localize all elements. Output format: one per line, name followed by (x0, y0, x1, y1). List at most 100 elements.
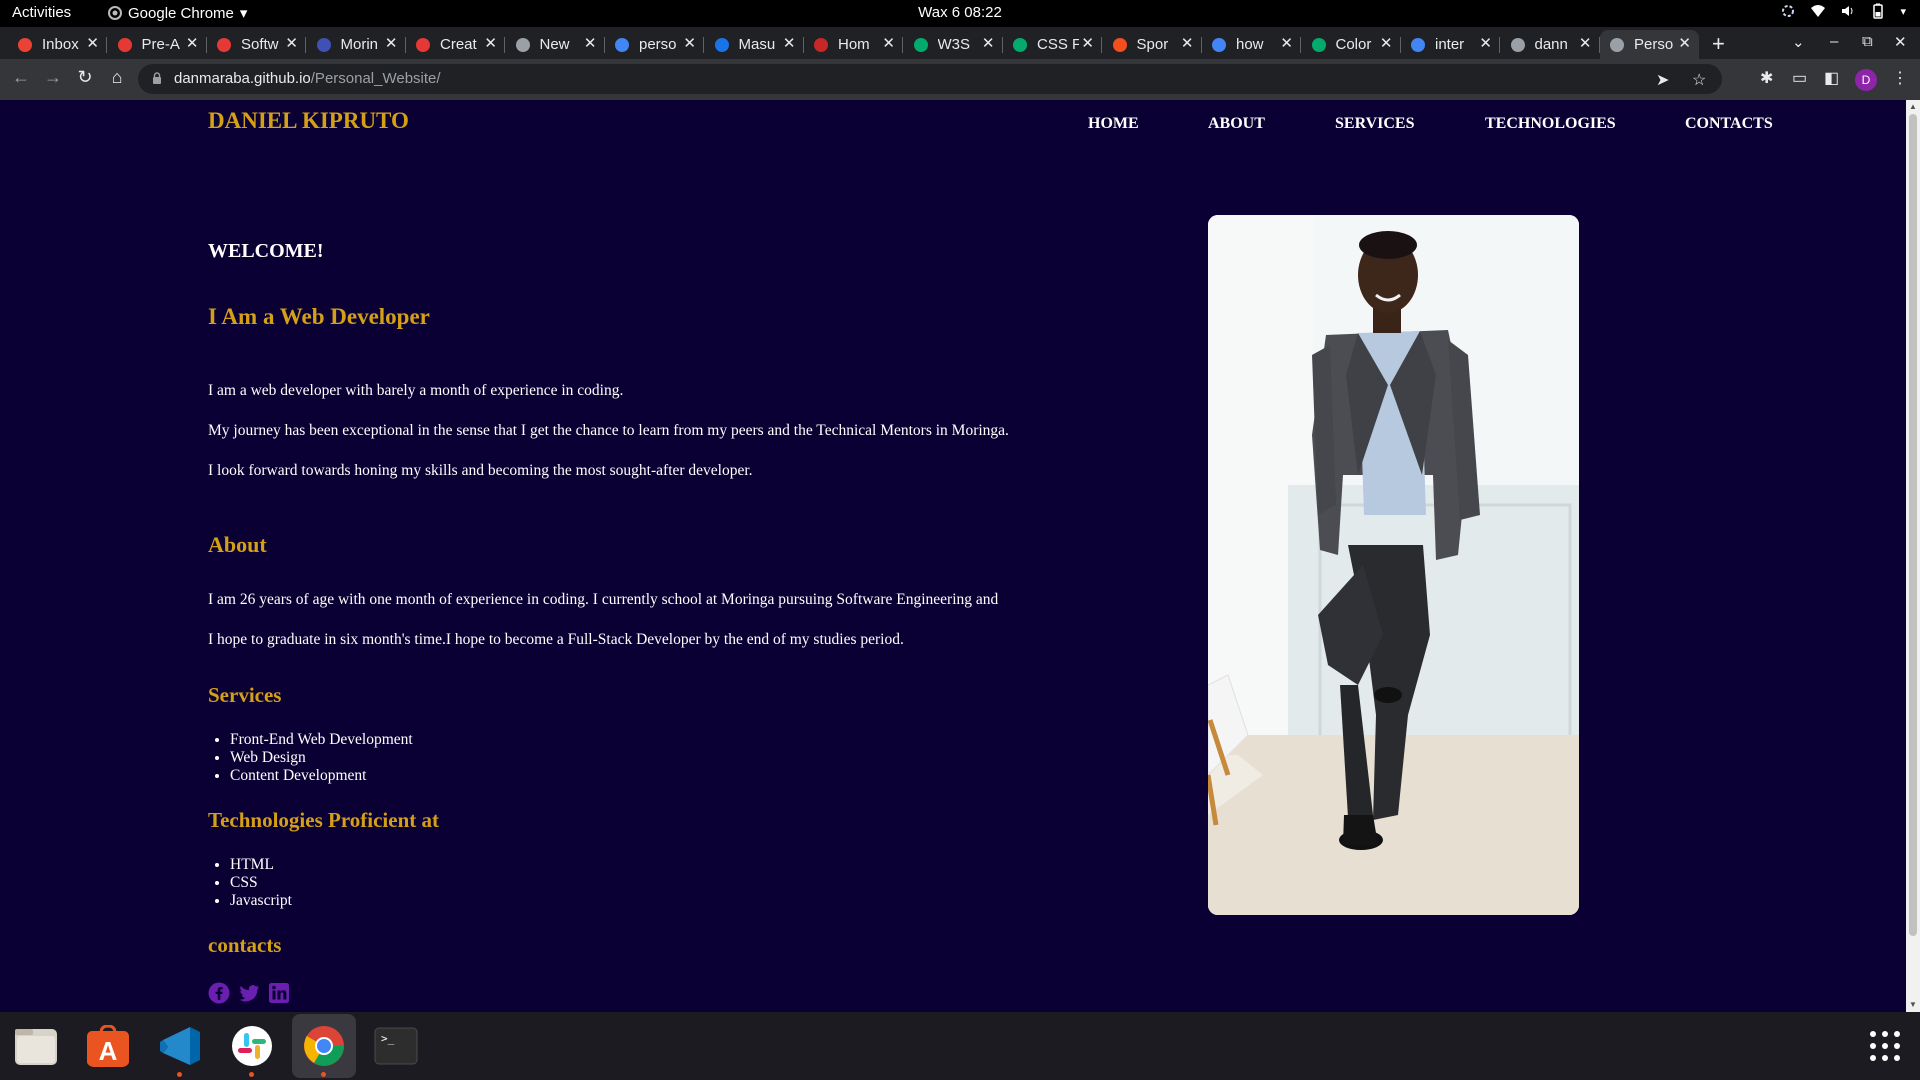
wifi-icon[interactable] (1810, 3, 1826, 19)
browser-tab[interactable]: Hom ✕ (804, 30, 903, 59)
nav-link-services[interactable]: SERVICES (1335, 115, 1414, 133)
scroll-up-icon[interactable]: ▲ (1909, 102, 1917, 111)
url-text[interactable]: danmaraba.github.io/Personal_Website/ (174, 70, 441, 87)
system-tray[interactable]: ▾ (1780, 3, 1906, 19)
browser-tab[interactable]: Creat ✕ (406, 30, 505, 59)
nav-link-about[interactable]: ABOUT (1208, 115, 1265, 133)
cast-icon[interactable]: ▭ (1792, 68, 1807, 88)
tab-title: Pre-A (141, 36, 180, 53)
tab-close-icon[interactable]: ✕ (1579, 34, 1592, 52)
send-to-device-icon[interactable]: ➤ (1656, 70, 1669, 90)
address-bar[interactable]: danmaraba.github.io/Personal_Website/ ☆ … (138, 64, 1722, 94)
browser-tab[interactable]: Spor ✕ (1103, 30, 1202, 59)
minimize-icon[interactable]: – (1830, 33, 1838, 50)
home-icon[interactable]: ⌂ (106, 67, 128, 88)
app-menu[interactable]: Google Chrome ▾ (108, 4, 247, 22)
clock[interactable]: Wax 6 08:22 (918, 4, 1002, 21)
activities-button[interactable]: Activities (12, 4, 71, 21)
browser-tab[interactable]: Inbox ✕ (8, 30, 107, 59)
tab-close-icon[interactable]: ✕ (385, 34, 398, 52)
intro-paragraph: I look forward towards honing my skills … (208, 462, 753, 479)
tab-title: inter (1435, 36, 1465, 53)
svg-text:>_: >_ (381, 1032, 395, 1045)
vscode-icon[interactable] (158, 1025, 202, 1067)
browser-tab[interactable]: dann ✕ (1501, 30, 1600, 59)
browser-tab[interactable]: Pre-A ✕ (108, 30, 207, 59)
browser-tab[interactable]: inter ✕ (1401, 30, 1500, 59)
browser-tab[interactable]: perso ✕ (605, 30, 704, 59)
tab-close-icon[interactable]: ✕ (783, 34, 796, 52)
slack-icon[interactable] (230, 1025, 274, 1067)
battery-icon[interactable] (1870, 3, 1886, 19)
system-top-bar: Activities Google Chrome ▾ Wax 6 08:22 ▾ (0, 0, 1920, 27)
list-item: Web Design (230, 749, 413, 767)
linkedin-icon[interactable] (268, 982, 290, 1004)
tab-favicon-icon (217, 37, 231, 52)
tab-close-icon[interactable]: ✕ (484, 34, 497, 52)
tab-close-icon[interactable]: ✕ (1181, 34, 1194, 52)
tab-close-icon[interactable]: ✕ (86, 34, 99, 52)
bookmark-star-icon[interactable]: ☆ (1692, 70, 1706, 90)
chrome-menu-icon[interactable]: ⋮ (1892, 68, 1908, 88)
browser-tab[interactable]: Morin ✕ (307, 30, 406, 59)
new-tab-button[interactable]: + (1712, 31, 1725, 57)
tab-favicon-icon (117, 37, 132, 52)
nav-link-technologies[interactable]: TECHNOLOGIES (1485, 115, 1616, 133)
nav-link-contacts[interactable]: CONTACTS (1685, 115, 1773, 133)
tab-close-icon[interactable]: ✕ (285, 34, 298, 52)
terminal-icon[interactable]: >_ (374, 1025, 418, 1067)
tab-close-icon[interactable]: ✕ (882, 34, 895, 52)
browser-tab[interactable]: Perso ✕ (1600, 30, 1699, 59)
forward-arrow-icon[interactable]: → (42, 67, 64, 88)
chrome-icon[interactable] (302, 1025, 346, 1067)
list-item: Front-End Web Development (230, 731, 413, 749)
twitter-icon[interactable] (238, 982, 260, 1004)
tab-close-icon[interactable]: ✕ (584, 34, 597, 52)
volume-icon[interactable] (1840, 3, 1856, 19)
restore-icon[interactable]: ⧉ (1862, 33, 1873, 50)
facebook-icon[interactable] (208, 982, 230, 1004)
intro-paragraph: My journey has been exceptional in the s… (208, 422, 1009, 439)
tab-close-icon[interactable]: ✕ (186, 34, 199, 52)
tab-close-icon[interactable]: ✕ (1081, 34, 1094, 52)
scrollbar-thumb[interactable] (1909, 114, 1917, 936)
browser-tab[interactable]: Masu ✕ (705, 30, 804, 59)
running-indicator (249, 1072, 254, 1077)
web-page: DANIEL KIPRUTO HOME ABOUT SERVICES TECHN… (0, 100, 1906, 1012)
tab-close-icon[interactable]: ✕ (1479, 34, 1492, 52)
browser-tab[interactable]: New ✕ (506, 30, 605, 59)
dock: A >_ (0, 1012, 1920, 1080)
side-panel-icon[interactable]: ◧ (1824, 68, 1839, 88)
tab-close-icon[interactable]: ✕ (683, 34, 696, 52)
list-item: Javascript (230, 892, 292, 910)
welcome-heading: WELCOME! (208, 240, 324, 262)
browser-tab[interactable]: Color ✕ (1302, 30, 1401, 59)
tab-close-icon[interactable]: ✕ (1678, 34, 1691, 52)
lock-icon[interactable] (152, 72, 162, 84)
files-icon[interactable] (14, 1025, 58, 1067)
browser-tab[interactable]: how ✕ (1202, 30, 1301, 59)
browser-tab[interactable]: Softw ✕ (207, 30, 306, 59)
site-brand[interactable]: DANIEL KIPRUTO (208, 108, 409, 134)
page-scrollbar[interactable]: ▲ ▼ (1906, 100, 1920, 1012)
tab-close-icon[interactable]: ✕ (982, 34, 995, 52)
show-apps-grid-icon[interactable] (1869, 1030, 1901, 1062)
profile-avatar[interactable]: D (1855, 69, 1877, 91)
power-menu-icon[interactable]: ▾ (1900, 5, 1906, 18)
scroll-down-icon[interactable]: ▼ (1909, 1000, 1917, 1009)
browser-tab[interactable]: CSS F ✕ (1003, 30, 1102, 59)
reload-icon[interactable]: ↻ (74, 67, 96, 88)
tab-search-icon[interactable]: ⌄ (1792, 33, 1805, 51)
intro-paragraph: I am a web developer with barely a month… (208, 382, 624, 399)
technologies-list: HTML CSS Javascript (230, 856, 292, 910)
tab-title: New (539, 36, 570, 53)
browser-tab[interactable]: W3S ✕ (904, 30, 1003, 59)
slack-tray-icon[interactable] (1780, 3, 1796, 19)
tab-close-icon[interactable]: ✕ (1380, 34, 1393, 52)
nav-link-home[interactable]: HOME (1088, 115, 1139, 133)
app-store-icon[interactable]: A (86, 1025, 130, 1067)
back-arrow-icon[interactable]: ← (10, 67, 32, 88)
extensions-icon[interactable]: ✱ (1760, 68, 1773, 88)
tab-close-icon[interactable]: ✕ (1280, 34, 1293, 52)
window-close-icon[interactable]: ✕ (1894, 33, 1907, 51)
